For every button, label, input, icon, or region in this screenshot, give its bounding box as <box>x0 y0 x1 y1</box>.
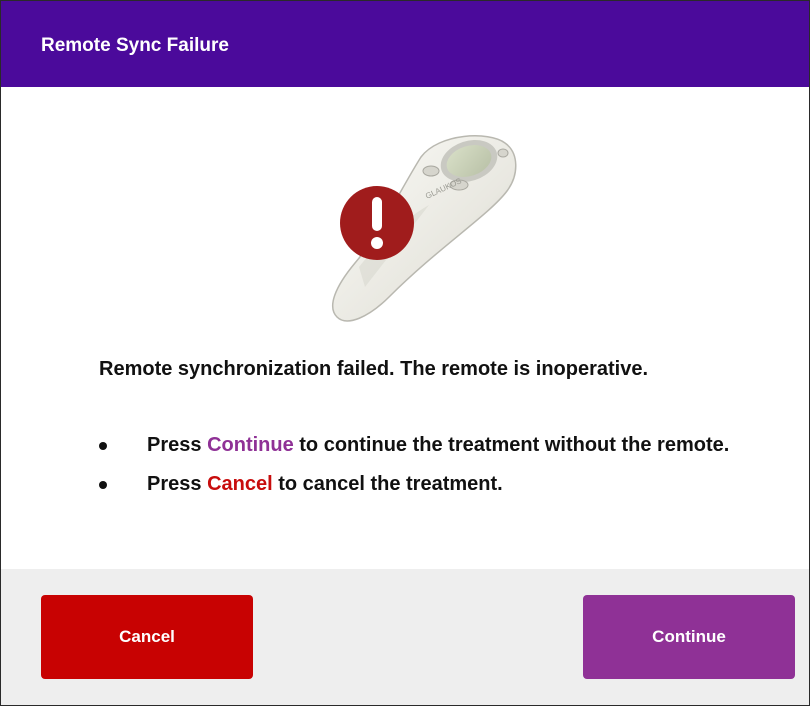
cancel-button[interactable]: Cancel <box>41 595 253 679</box>
bullet-dot <box>99 442 107 450</box>
instruction-continue: Press Continue to continue the treatment… <box>99 433 739 457</box>
remote-sync-failure-dialog: Remote Sync Failure GLAUKOS Remote synch… <box>0 0 810 706</box>
instruction-cancel: Press Cancel to cancel the treatment. <box>99 472 739 496</box>
instruction-list: Press Continue to continue the treatment… <box>99 433 739 511</box>
cancel-keyword: Cancel <box>207 473 273 495</box>
dialog-footer: Cancel Continue <box>1 569 809 705</box>
continue-button[interactable]: Continue <box>583 595 795 679</box>
remote-control-icon: GLAUKOS <box>332 135 517 322</box>
remote-illustration: GLAUKOS <box>319 127 529 339</box>
bullet-dot <box>99 481 107 489</box>
dialog-title: Remote Sync Failure <box>41 35 229 56</box>
instruction-suffix: to cancel the treatment. <box>272 473 503 495</box>
instruction-suffix: to continue the treatment without the re… <box>293 434 730 456</box>
continue-keyword: Continue <box>207 434 294 456</box>
dialog-titlebar: Remote Sync Failure <box>1 1 809 87</box>
exclamation-circle-icon <box>340 186 414 260</box>
instruction-prefix: Press <box>147 434 208 456</box>
failure-message: Remote synchronization failed. The remot… <box>99 358 649 380</box>
instruction-prefix: Press <box>147 473 208 495</box>
